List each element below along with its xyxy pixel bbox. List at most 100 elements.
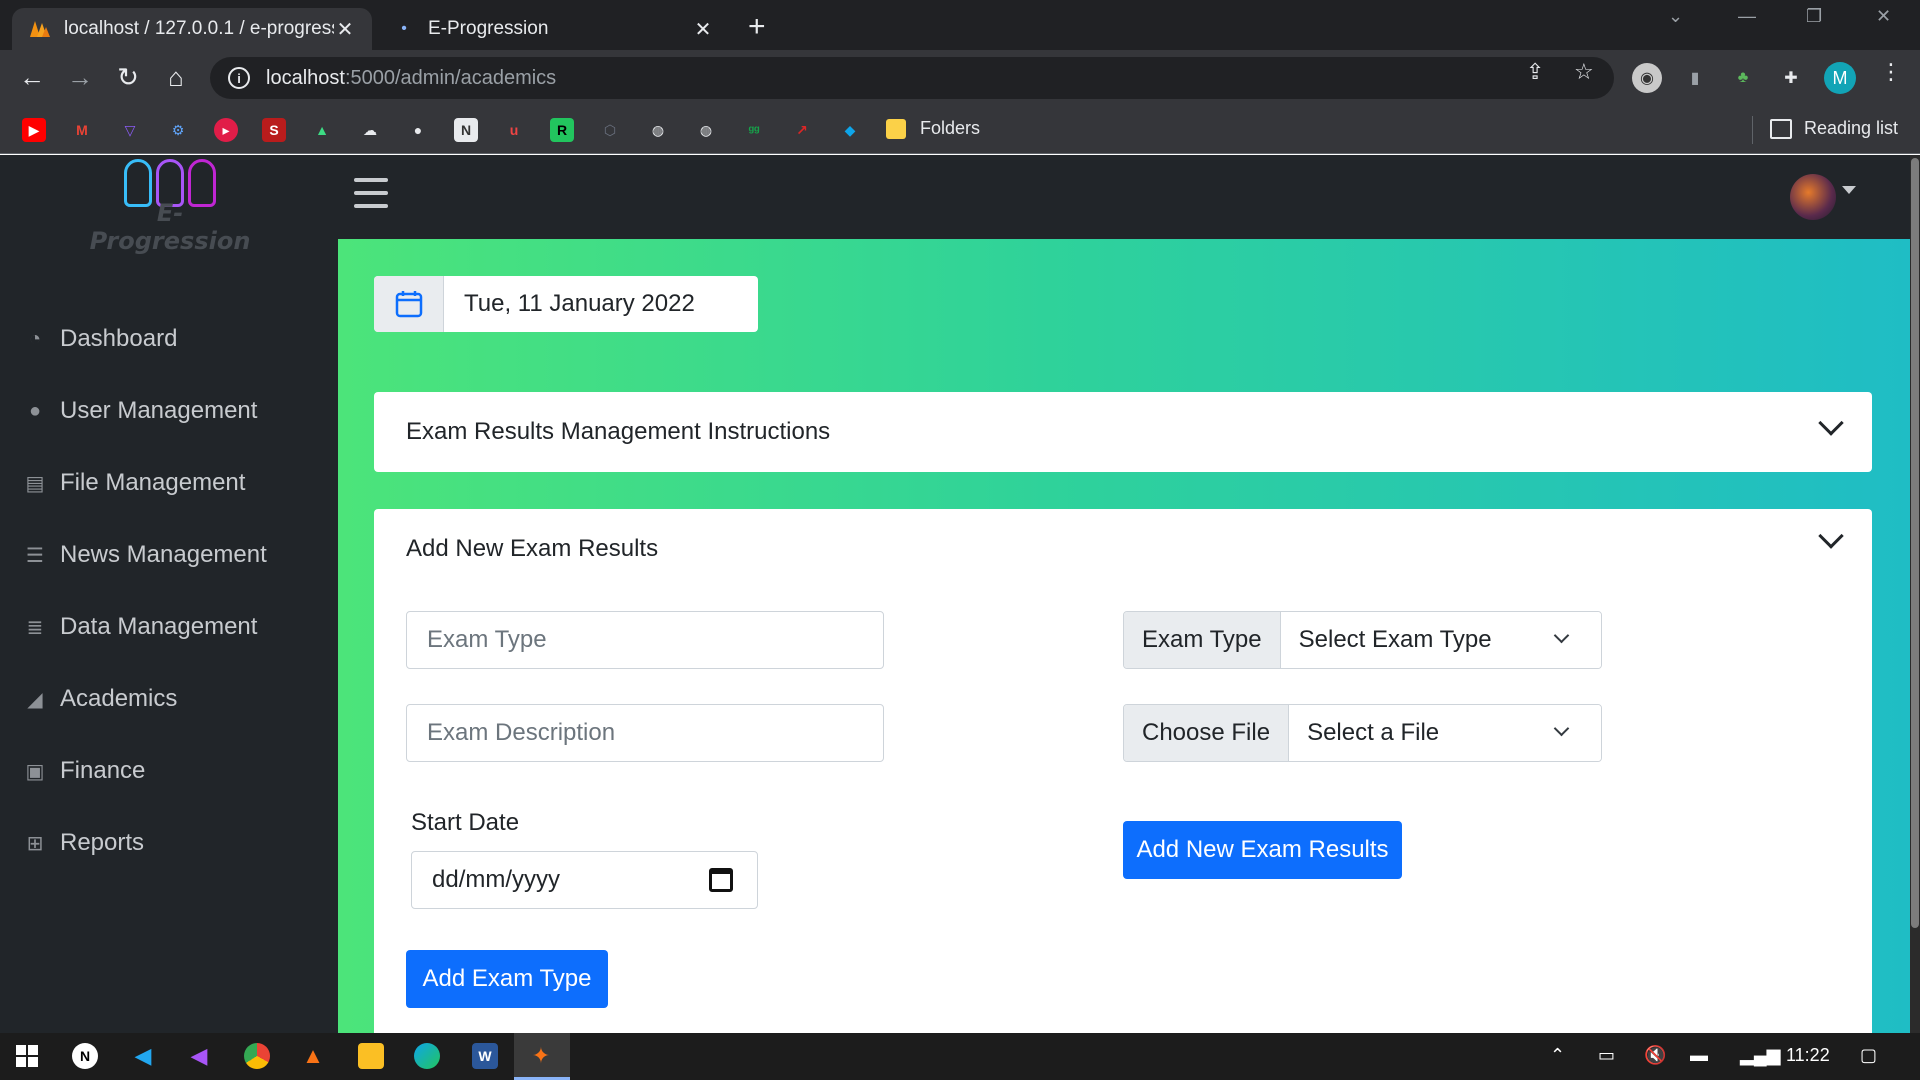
restore-icon[interactable]: ❐ (1806, 6, 1822, 27)
chrome-icon[interactable] (244, 1043, 270, 1069)
menu-toggle-icon[interactable] (354, 178, 388, 208)
visual-studio-icon[interactable]: ◀ (186, 1043, 212, 1069)
sidebar-item-news-management[interactable]: ☰ News Management (22, 541, 267, 569)
hex-bookmark-icon[interactable]: ⬡ (598, 118, 622, 142)
extension-bulb-icon[interactable]: ▮ (1680, 63, 1710, 93)
extension-tree-icon[interactable]: ♣ (1728, 63, 1758, 93)
network-icon[interactable]: ▂▄▆ (1740, 1045, 1780, 1066)
new-tab-icon[interactable]: + (748, 10, 766, 44)
bookmark-folder[interactable]: Folders (886, 118, 980, 139)
android-icon[interactable]: ▲ (310, 118, 334, 142)
cube-bookmark-icon[interactable]: ◆ (838, 118, 862, 142)
exam-type-input[interactable]: Exam Type (406, 611, 884, 669)
edge-icon[interactable] (414, 1043, 440, 1069)
word-icon[interactable]: W (472, 1043, 498, 1069)
gmail-icon[interactable]: M (70, 118, 94, 142)
date-placeholder: dd/mm/yyyy (432, 866, 561, 893)
calendar-icon (374, 276, 444, 332)
folder-label: Folders (920, 118, 981, 138)
search-app-icon[interactable]: N (72, 1043, 98, 1069)
tab-e-progression[interactable]: • E-Progression ✕ (376, 8, 730, 50)
close-tab-icon[interactable]: ✕ (334, 17, 356, 42)
profile-avatar[interactable]: M (1824, 62, 1856, 94)
shield-bookmark-icon[interactable]: ▽ (118, 118, 142, 142)
extension-owl-icon[interactable]: ◉ (1632, 63, 1662, 93)
current-date: Tue, 11 January 2022 (464, 290, 695, 317)
cloud-bookmark-icon[interactable]: ☁ (358, 118, 382, 142)
logo-text: E-Progression (89, 199, 251, 255)
notion-icon[interactable]: N (454, 118, 478, 142)
add-new-exam-results-button[interactable]: Add New Exam Results (1123, 821, 1402, 879)
github-icon[interactable]: ● (406, 118, 430, 142)
bookmarks-divider (1752, 116, 1753, 144)
bookmark-star-icon[interactable]: ☆ (1574, 59, 1594, 85)
windows-start-icon[interactable] (14, 1043, 40, 1069)
more-menu-icon[interactable]: ⋮ (1880, 59, 1902, 85)
sidebar-item-label: News Management (60, 541, 267, 568)
sidebar-item-reports[interactable]: ⊞ Reports (22, 829, 144, 857)
exam-type-select-label: Exam Type (1124, 612, 1281, 668)
globe-icon-2[interactable]: ◍ (694, 118, 718, 142)
chart-bookmark-icon[interactable]: ↗ (790, 118, 814, 142)
reading-list-button[interactable]: Reading list (1770, 118, 1898, 139)
sidebar-item-academics[interactable]: ◢ Academics (22, 685, 177, 713)
sidebar-item-finance[interactable]: ▣ Finance (22, 757, 146, 785)
xampp-icon[interactable]: ✦ (528, 1043, 554, 1069)
app-logo[interactable]: E-Progression (80, 155, 260, 255)
user-avatar[interactable] (1790, 174, 1836, 220)
chevron-down-icon[interactable] (1818, 410, 1844, 436)
close-window-icon[interactable]: ✕ (1876, 6, 1891, 27)
tab-search-icon[interactable]: ⌄ (1668, 6, 1683, 27)
gfg-icon[interactable]: ᵍᵍ (742, 118, 766, 142)
play-bookmark-icon[interactable]: ▸ (214, 118, 238, 142)
sidebar-item-data-management[interactable]: ≣ Data Management (22, 613, 258, 641)
news-icon: ☰ (26, 544, 44, 567)
extensions-puzzle-icon[interactable]: ✚ (1776, 63, 1806, 93)
sidebar-item-file-management[interactable]: ▤ File Management (22, 469, 246, 497)
volume-muted-icon[interactable]: 🔇 (1644, 1045, 1666, 1066)
exam-type-select[interactable]: Select Exam Type (1280, 612, 1601, 668)
close-tab-icon[interactable]: ✕ (692, 17, 714, 42)
minimize-icon[interactable]: — (1738, 6, 1756, 27)
bookmarks-bar: ▶ M ▽ ⚙ ▸ S ▲ ☁ ● N u R ⬡ ◍ ◍ ᵍᵍ ↗ ◆ Fol… (0, 106, 1920, 154)
url-host: localhost (266, 66, 345, 89)
back-icon[interactable]: ← (16, 62, 48, 93)
instructions-card[interactable]: Exam Results Management Instructions (374, 392, 1872, 472)
battery-icon[interactable]: ▬ (1690, 1045, 1708, 1066)
tray-expand-icon[interactable]: ⌃ (1550, 1045, 1565, 1066)
add-exam-type-button[interactable]: Add Exam Type (406, 950, 608, 1008)
red-bookmark-icon[interactable]: S (262, 118, 286, 142)
home-icon[interactable]: ⌂ (160, 62, 192, 93)
money-icon: ▣ (25, 760, 45, 783)
globe-icon[interactable]: ◍ (646, 118, 670, 142)
tab-phpmyadmin[interactable]: localhost / 127.0.0.1 / e-progress ✕ (12, 8, 372, 50)
chevron-down-icon[interactable] (1818, 523, 1844, 549)
phpmyadmin-icon (28, 17, 52, 41)
meet-now-icon[interactable]: ▭ (1598, 1045, 1615, 1066)
share-icon[interactable]: ⇪ (1526, 59, 1544, 85)
site-info-icon[interactable]: i (228, 67, 250, 89)
address-bar[interactable]: i localhost:5000/admin/academics (210, 57, 1614, 99)
start-date-input[interactable]: dd/mm/yyyy (411, 851, 758, 909)
notifications-icon[interactable]: ▢ (1860, 1045, 1877, 1066)
green-bookmark-icon[interactable]: R (550, 118, 574, 142)
exam-type-select-group: Exam Type Select Exam Type (1123, 611, 1602, 669)
file-select[interactable]: Select a File (1289, 705, 1601, 761)
file-select-group: Choose File Select a File (1123, 704, 1602, 762)
udemy-icon[interactable]: u (502, 118, 526, 142)
file-explorer-icon[interactable] (358, 1043, 384, 1069)
forward-icon[interactable]: → (64, 62, 96, 93)
taskbar-clock[interactable]: 11:22 (1786, 1045, 1830, 1066)
vscode-icon[interactable]: ◀ (130, 1043, 156, 1069)
date-picker-icon[interactable] (709, 868, 733, 892)
reload-icon[interactable]: ↻ (112, 62, 144, 93)
sidebar-item-user-management[interactable]: ● User Management (22, 397, 257, 425)
sidebar-item-dashboard[interactable]: ◔ Dashboard (22, 325, 177, 353)
app-topbar (338, 155, 1920, 239)
vlc-icon[interactable]: ▲ (300, 1043, 326, 1069)
youtube-icon[interactable]: ▶ (22, 118, 46, 142)
exam-description-input[interactable]: Exam Description (406, 704, 884, 762)
scrollbar-thumb[interactable] (1911, 158, 1919, 928)
caret-down-icon[interactable] (1842, 186, 1856, 194)
gear-bookmark-icon[interactable]: ⚙ (166, 118, 190, 142)
